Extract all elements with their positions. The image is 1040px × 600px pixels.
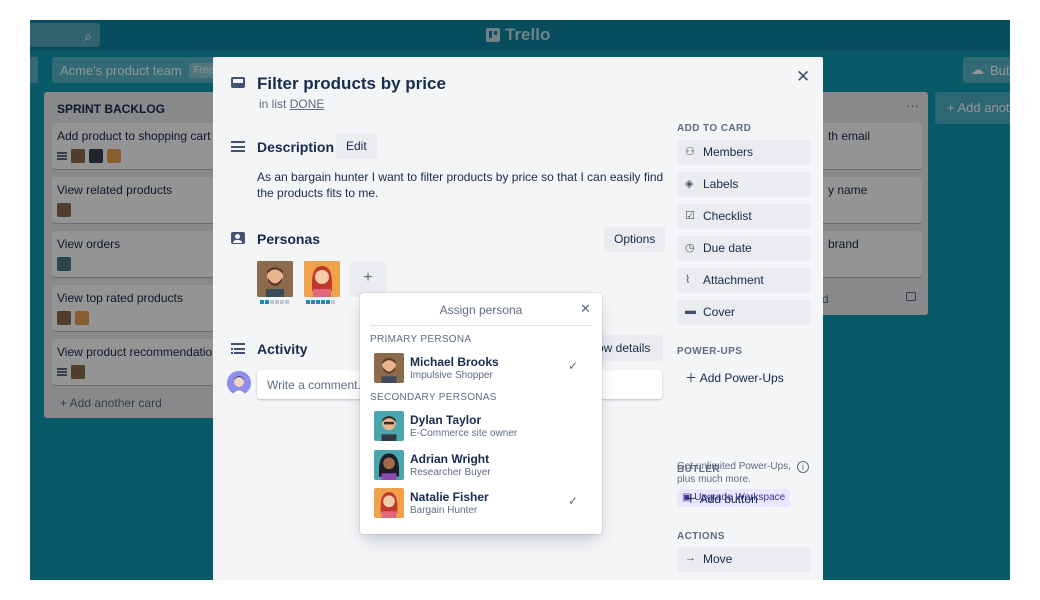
card-icon bbox=[231, 77, 245, 88]
persona-option[interactable]: Michael Brooks Impulsive Shopper ✓ bbox=[374, 353, 590, 385]
persona-role: E-Commerce site owner bbox=[410, 428, 518, 439]
in-list-label: in list bbox=[259, 97, 287, 111]
due-date-button[interactable]: ◷ Due date bbox=[677, 236, 811, 261]
divider bbox=[370, 325, 592, 326]
woman-avatar-icon bbox=[374, 488, 404, 518]
avatar bbox=[374, 488, 404, 518]
checklist-label: Checklist bbox=[703, 209, 752, 223]
check-icon: ✓ bbox=[568, 359, 579, 373]
persona-role: Bargain Hunter bbox=[410, 505, 478, 516]
move-button[interactable]: → Move bbox=[677, 547, 811, 572]
actions-label: ACTIONS bbox=[677, 531, 725, 542]
description-text[interactable]: As an bargain hunter I want to filter pr… bbox=[257, 169, 667, 201]
avatar bbox=[374, 411, 404, 441]
avatar[interactable] bbox=[227, 371, 251, 395]
personas-options-button[interactable]: Options bbox=[604, 226, 666, 252]
attachment-label: Attachment bbox=[703, 273, 764, 287]
add-power-ups-button[interactable]: ＋ Add Power-Ups bbox=[685, 369, 784, 386]
popover-title: Assign persona bbox=[439, 303, 523, 317]
check-icon: ✓ bbox=[568, 494, 579, 508]
close-icon[interactable]: ✕ bbox=[580, 301, 591, 317]
attachment-button[interactable]: ⌇ Attachment bbox=[677, 268, 811, 293]
description-icon bbox=[231, 141, 245, 153]
move-label: Move bbox=[703, 552, 733, 566]
add-to-card-label: ADD TO CARD bbox=[677, 123, 752, 134]
members-label: Members bbox=[703, 145, 754, 159]
primary-persona-label: PRIMARY PERSONA bbox=[370, 334, 472, 345]
clock-icon: ◷ bbox=[685, 242, 695, 254]
persona-name: Natalie Fisher bbox=[410, 490, 489, 504]
butler-label: BUTLER bbox=[677, 464, 720, 475]
user-avatar-icon bbox=[227, 371, 251, 395]
add-power-ups-label: Add Power-Ups bbox=[699, 371, 784, 385]
man-avatar-icon bbox=[374, 353, 404, 383]
checklist-icon: ☑ bbox=[685, 210, 695, 222]
persona-role: Impulsive Shopper bbox=[410, 370, 493, 381]
cover-button[interactable]: ▬ Cover bbox=[677, 300, 811, 325]
assign-persona-popover: Assign persona ✕ PRIMARY PERSONA Michael… bbox=[360, 293, 602, 534]
persona-name: Adrian Wright bbox=[410, 452, 490, 466]
member-icon: ⚇ bbox=[685, 146, 695, 158]
arrow-right-icon: → bbox=[685, 552, 696, 564]
plus-icon: ＋ bbox=[685, 492, 700, 506]
secondary-personas-label: SECONDARY PERSONAS bbox=[370, 392, 497, 403]
power-ups-label: POWER-UPS bbox=[677, 346, 743, 357]
persona-role: Researcher Buyer bbox=[410, 467, 491, 478]
avatar bbox=[374, 450, 404, 480]
activity-icon bbox=[231, 343, 245, 355]
members-button[interactable]: ⚇ Members bbox=[677, 140, 811, 165]
paperclip-icon: ⌇ bbox=[685, 274, 691, 286]
edit-description-button[interactable]: Edit bbox=[336, 133, 377, 159]
persona-rating bbox=[306, 300, 335, 304]
man-avatar-icon bbox=[257, 261, 293, 297]
persona-name: Michael Brooks bbox=[410, 355, 499, 369]
activity-heading: Activity bbox=[257, 341, 308, 357]
avatar bbox=[374, 353, 404, 383]
persona-option[interactable]: Natalie Fisher Bargain Hunter ✓ bbox=[374, 488, 590, 520]
man-avatar-icon bbox=[374, 411, 404, 441]
close-icon[interactable]: ✕ bbox=[796, 67, 810, 87]
add-persona-button[interactable]: + bbox=[350, 261, 386, 297]
persona-option[interactable]: Dylan Taylor E-Commerce site owner bbox=[374, 411, 590, 443]
label-icon: ◈ bbox=[685, 178, 694, 190]
info-icon[interactable]: i bbox=[797, 461, 809, 473]
labels-button[interactable]: ◈ Labels bbox=[677, 172, 811, 197]
persona-avatar[interactable] bbox=[304, 261, 340, 297]
personas-heading: Personas bbox=[257, 231, 321, 247]
persona-rating bbox=[260, 300, 289, 304]
persona-icon bbox=[231, 232, 245, 244]
woman-avatar-icon bbox=[304, 261, 340, 297]
list-link[interactable]: DONE bbox=[290, 97, 325, 111]
persona-option[interactable]: Adrian Wright Researcher Buyer bbox=[374, 450, 590, 482]
woman-avatar-icon bbox=[374, 450, 404, 480]
persona-name: Dylan Taylor bbox=[410, 413, 482, 427]
add-button-label: Add button bbox=[699, 492, 758, 506]
cover-icon: ▬ bbox=[685, 305, 696, 317]
card-title-heading[interactable]: Filter products by price bbox=[257, 74, 446, 94]
persona-avatar[interactable] bbox=[257, 261, 293, 297]
labels-label: Labels bbox=[703, 177, 739, 191]
card-list-info: in list DONE bbox=[259, 97, 324, 111]
cover-label: Cover bbox=[703, 305, 736, 319]
add-button-button[interactable]: ＋ Add button bbox=[685, 490, 758, 507]
checklist-button[interactable]: ☑ Checklist bbox=[677, 204, 811, 229]
due-date-label: Due date bbox=[703, 241, 752, 255]
description-heading: Description bbox=[257, 139, 335, 155]
plus-icon: ＋ bbox=[685, 371, 700, 385]
